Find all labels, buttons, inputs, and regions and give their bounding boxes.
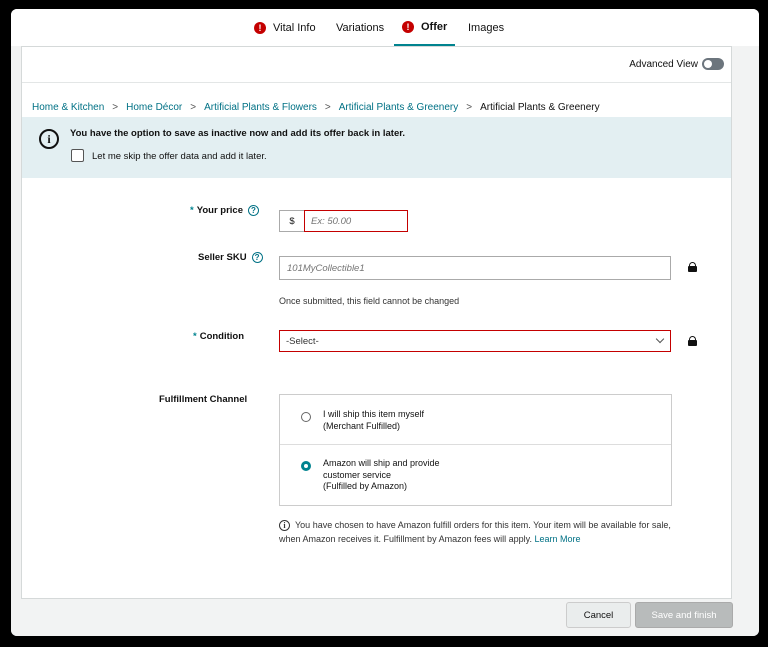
save-and-finish-button[interactable]: Save and finish [635, 602, 733, 628]
required-mark: * [193, 331, 197, 342]
tab-bar: ! Vital Info Variations ! Offer Images [11, 9, 759, 46]
breadcrumb-separator: > [324, 102, 331, 113]
fulfillment-option-text: I will ship this item myself (Merchant F… [323, 409, 424, 432]
app-window: ! Vital Info Variations ! Offer Images A… [11, 9, 759, 636]
breadcrumb-link[interactable]: Artificial Plants & Greenery [339, 102, 459, 113]
advanced-view-row: Advanced View [22, 47, 731, 83]
condition-selected-value: -Select- [286, 335, 319, 347]
fulfillment-option-amazon[interactable]: Amazon will ship and provide customer se… [280, 445, 671, 505]
lock-icon [688, 336, 697, 346]
cancel-button[interactable]: Cancel [566, 602, 631, 628]
option-line: customer service [323, 469, 392, 480]
option-line: Amazon will ship and provide [323, 458, 440, 468]
chevron-down-icon [655, 334, 665, 344]
fba-note: i You have chosen to have Amazon fulfill … [279, 518, 679, 546]
breadcrumb-current: Artificial Plants & Greenery [480, 102, 600, 113]
sku-label: Seller SKU? [198, 252, 263, 263]
skip-offer-checkbox[interactable] [71, 149, 84, 162]
footer-bar: Cancel Save and finish [11, 599, 759, 636]
warning-icon: ! [402, 20, 414, 33]
tab-images[interactable]: Images [468, 9, 504, 46]
option-line: (Merchant Fulfilled) [323, 420, 401, 431]
tab-label: Variations [336, 21, 385, 34]
breadcrumb-link[interactable]: Home Décor [126, 102, 182, 113]
condition-select[interactable]: -Select- [279, 330, 671, 352]
option-line: (Fulfilled by Amazon) [323, 481, 408, 491]
learn-more-link[interactable]: Learn More [534, 534, 580, 544]
breadcrumb: Home & Kitchen > Home Décor > Artificial Pla… [32, 102, 600, 113]
seller-sku-input[interactable] [279, 256, 671, 280]
fba-radio[interactable] [301, 461, 311, 471]
help-icon[interactable]: ? [247, 205, 259, 216]
tab-label: Offer [421, 20, 448, 33]
breadcrumb-separator: > [466, 102, 473, 113]
advanced-view-label: Advanced View [629, 59, 698, 70]
price-input[interactable] [304, 210, 408, 232]
breadcrumb-separator: > [112, 102, 119, 113]
fba-note-text: You have chosen to have Amazon fulfill o… [279, 520, 671, 544]
sku-hint: Once submitted, this field cannot be cha… [279, 296, 460, 306]
info-banner-title: You have the option to save as inactive … [70, 128, 406, 139]
fulfillment-label: Fulfillment Channel [159, 394, 248, 405]
tab-label: Vital Info [273, 21, 316, 34]
info-icon: i [39, 129, 59, 149]
currency-symbol: $ [279, 210, 304, 232]
tab-variations[interactable]: Variations [336, 9, 384, 46]
tab-label: Images [468, 21, 505, 34]
help-icon[interactable]: ? [251, 252, 263, 263]
price-label: * Your price? [190, 205, 259, 216]
fulfillment-options: I will ship this item myself (Merchant F… [279, 394, 672, 506]
warning-icon: ! [254, 21, 266, 34]
offer-form-panel: Advanced View Home & Kitchen > Home Décor >… [21, 46, 732, 599]
breadcrumb-link[interactable]: Home & Kitchen [32, 102, 104, 113]
fulfillment-option-text: Amazon will ship and provide customer se… [323, 458, 440, 493]
breadcrumb-separator: > [190, 102, 197, 113]
merchant-fulfilled-radio[interactable] [301, 412, 311, 422]
condition-label: * Condition [193, 331, 244, 342]
fulfillment-option-merchant[interactable]: I will ship this item myself (Merchant F… [280, 395, 671, 445]
breadcrumb-link[interactable]: Artificial Plants & Flowers [204, 102, 317, 113]
tab-vital-info[interactable]: ! Vital Info [254, 9, 316, 46]
advanced-view-toggle[interactable] [702, 58, 724, 70]
tab-offer[interactable]: ! Offer [394, 9, 456, 46]
skip-offer-label: Let me skip the offer data and add it la… [92, 151, 267, 162]
option-line: I will ship this item myself [323, 409, 425, 419]
price-label-text: Your price [196, 205, 243, 217]
sku-label-text: Seller SKU [198, 252, 247, 264]
info-icon: i [279, 520, 290, 532]
info-banner: i You have the option to save as inactiv… [22, 117, 731, 178]
required-mark: * [190, 205, 194, 217]
condition-label-text: Condition [199, 331, 245, 342]
lock-icon [688, 262, 697, 272]
